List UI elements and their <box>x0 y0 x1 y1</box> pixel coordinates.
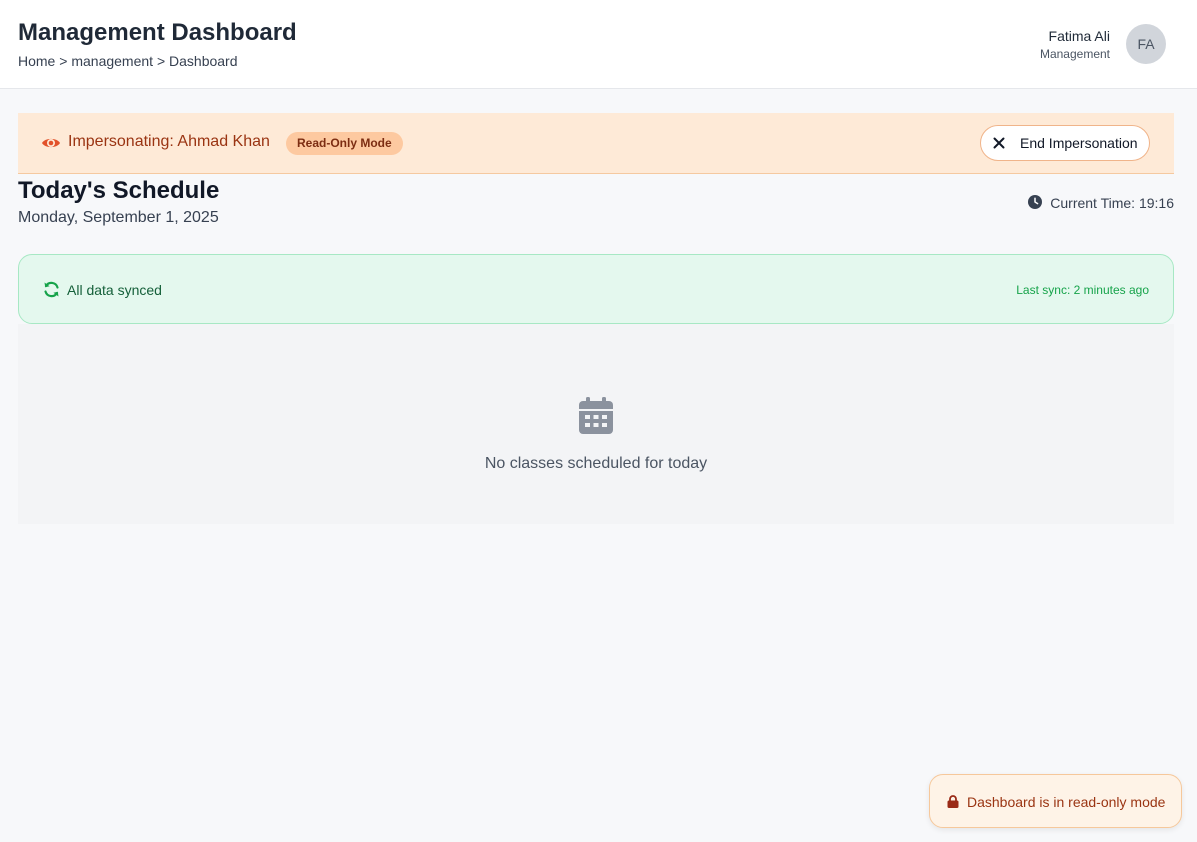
breadcrumb-current: Dashboard <box>169 53 238 69</box>
lock-icon <box>947 795 959 808</box>
toast-message: Dashboard is in read-only mode <box>967 794 1166 810</box>
read-only-toast: Dashboard is in read-only mode <box>929 774 1182 828</box>
calendar-icon <box>579 397 613 434</box>
empty-schedule-panel: No classes scheduled for today <box>18 324 1174 524</box>
user-role: Management <box>1039 47 1110 61</box>
top-header: Management Dashboard Home > management >… <box>0 0 1197 89</box>
last-sync-text: Last sync: 2 minutes ago <box>1016 283 1149 297</box>
impersonation-banner: Impersonating: Ahmad Khan Read-Only Mode… <box>18 113 1174 174</box>
end-impersonation-button[interactable]: End Impersonation <box>980 125 1150 161</box>
breadcrumb-home[interactable]: Home <box>18 53 55 69</box>
end-impersonation-label: End Impersonation <box>1020 135 1138 151</box>
current-time: Current Time: 19:16 <box>1050 195 1174 211</box>
empty-state-message: No classes scheduled for today <box>484 455 708 472</box>
breadcrumb: Home > management > Dashboard <box>18 53 238 69</box>
sync-status-text: All data synced <box>67 282 162 298</box>
page-title: Management Dashboard <box>18 19 297 46</box>
breadcrumb-separator: > <box>59 53 68 69</box>
sync-status-box: All data synced Last sync: 2 minutes ago <box>18 254 1174 324</box>
close-icon <box>993 137 1005 149</box>
eye-icon <box>42 138 60 148</box>
clock-icon <box>1028 195 1042 209</box>
impersonation-text: Impersonating: Ahmad Khan <box>68 133 270 150</box>
avatar[interactable]: FA <box>1126 24 1166 64</box>
user-info: Fatima Ali Management <box>1040 28 1110 61</box>
user-name: Fatima Ali <box>1048 28 1110 44</box>
breadcrumb-separator: > <box>156 53 166 69</box>
read-only-badge: Read-Only Mode <box>286 132 403 155</box>
breadcrumb-management[interactable]: management <box>71 53 153 69</box>
sync-icon <box>44 281 59 298</box>
schedule-title: Today's Schedule <box>18 177 220 204</box>
schedule-date: Monday, September 1, 2025 <box>18 209 219 226</box>
